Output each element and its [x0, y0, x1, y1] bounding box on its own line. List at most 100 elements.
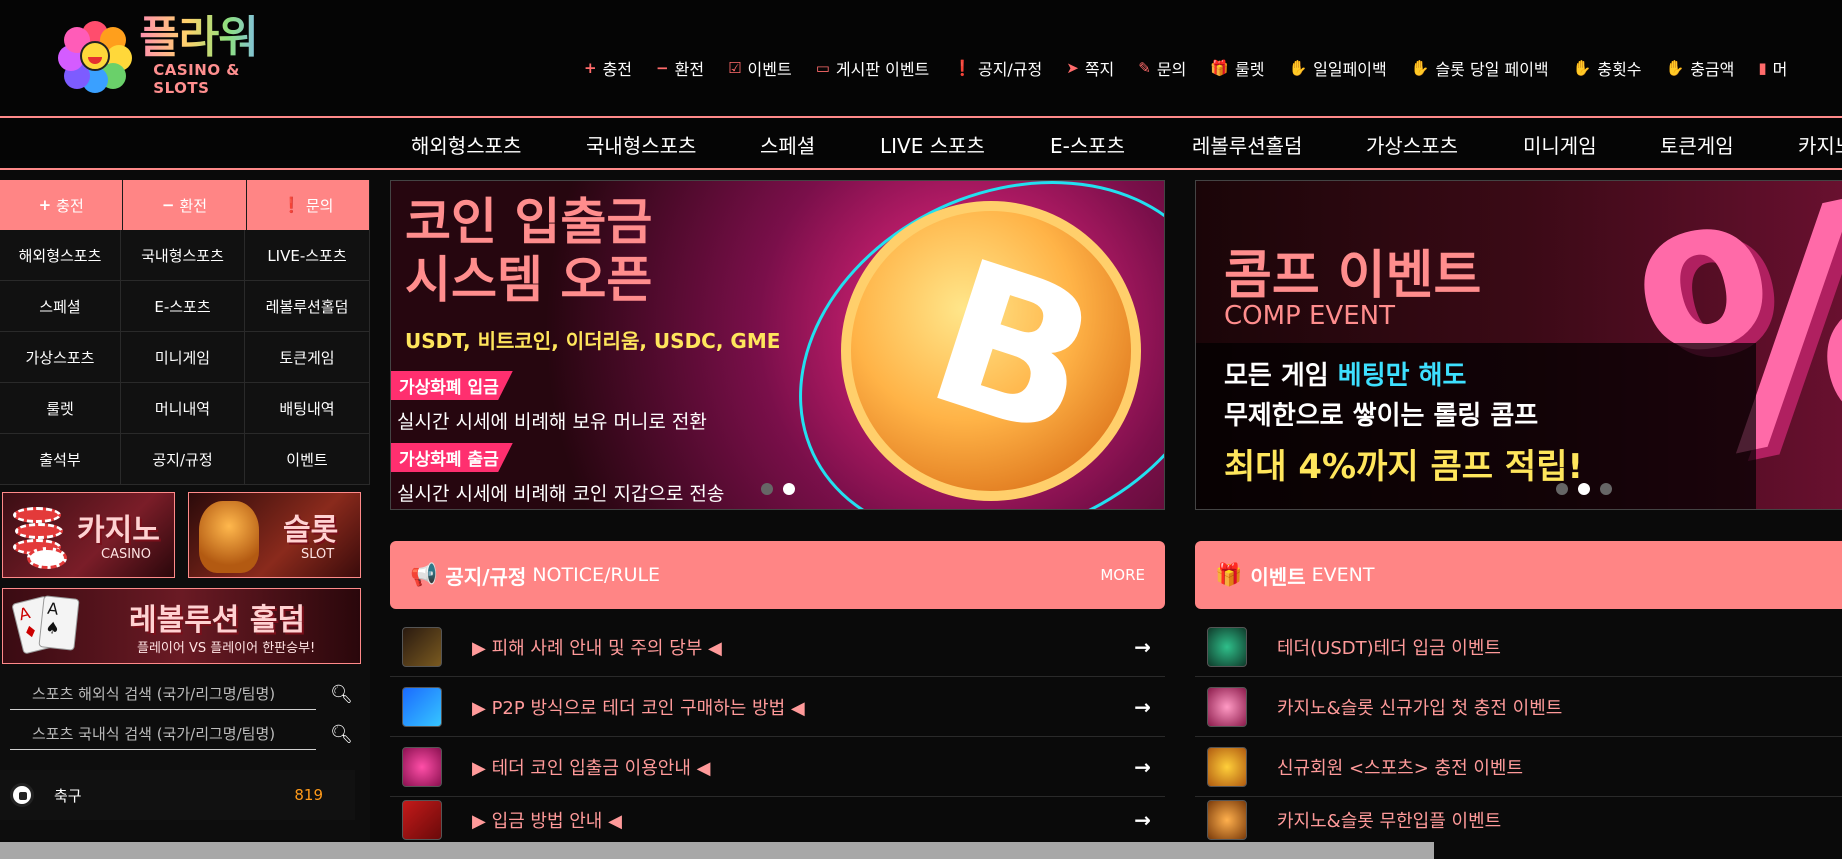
event-thumbnail — [1207, 747, 1247, 787]
topmenu-label: 게시판 이벤트 — [835, 60, 930, 79]
topmenu-exchange[interactable]: − 환전 — [656, 56, 704, 80]
coin-banner-coins: USDT, 비트코인, 이더리움, USDC, GME — [405, 329, 781, 353]
event-item[interactable]: 신규회원 <스포츠> 충전 이벤트 — [1195, 738, 1842, 797]
sidebar-item-domestic-sports[interactable]: 국내형스포츠 — [121, 230, 245, 281]
sidebar-item-live-sports[interactable]: LIVE-스포츠 — [245, 230, 370, 281]
notice-item[interactable]: ▶ 입금 방법 안내 ◀ → — [390, 798, 1165, 842]
domestic-search-input[interactable] — [10, 718, 316, 750]
topmenu-label: 충금액 — [1690, 60, 1735, 79]
nav-esports[interactable]: E-스포츠 — [1050, 130, 1125, 159]
sidebar-item-esports[interactable]: E-스포츠 — [121, 281, 245, 332]
topmenu-label: 슬롯 당일 페이백 — [1435, 60, 1549, 79]
topmenu-charge[interactable]: + 충전 — [584, 56, 632, 80]
pager-dot-active[interactable] — [783, 483, 795, 495]
sidebar-menu-grid: 해외형스포츠 국내형스포츠 LIVE-스포츠 스페셜 E-스포츠 레볼루션홀덤 … — [0, 230, 370, 485]
minus-icon: − — [161, 196, 175, 214]
paper-plane-icon: ➤ — [1066, 59, 1079, 77]
pager-dot-active[interactable] — [1578, 483, 1590, 495]
topmenu-label: 충횟수 — [1597, 60, 1642, 79]
sidebar-exchange-button[interactable]: − 환전 — [123, 180, 247, 230]
nav-token-game[interactable]: 토큰게임 — [1660, 130, 1734, 159]
notice-item[interactable]: ▶ 피해 사례 안내 및 주의 당부 ◀ → — [390, 618, 1165, 677]
casino-banner[interactable]: 카지노 CASINO — [2, 492, 175, 578]
overseas-search-input[interactable] — [10, 678, 316, 710]
event-item[interactable]: 카지노&슬롯 무한입플 이벤트 — [1195, 798, 1842, 842]
nav-special[interactable]: 스페셜 — [760, 130, 815, 159]
topmenu-charge-amount[interactable]: ✋ 충금액 — [1666, 56, 1735, 80]
sidebar-item-overseas-sports[interactable]: 해외형스포츠 — [0, 230, 121, 281]
notice-item[interactable]: ▶ 테더 코인 입출금 이용안내 ◀ → — [390, 738, 1165, 797]
casino-banner-sub: CASINO — [101, 547, 152, 562]
topmenu-roulette[interactable]: 🎁 룰렛 — [1210, 56, 1264, 80]
sidebar-item-special[interactable]: 스페셜 — [0, 281, 121, 332]
sidebar-charge-button[interactable]: + 충전 — [0, 180, 124, 230]
pager-dot[interactable] — [1556, 483, 1568, 495]
sport-item-soccer[interactable]: 축구 819 — [0, 770, 355, 820]
notice-item[interactable]: ▶ P2P 방식으로 테더 코인 구매하는 방법 ◀ → — [390, 678, 1165, 737]
topmenu-label: 쪽지 — [1084, 60, 1115, 79]
topmenu-event[interactable]: ☑ 이벤트 — [728, 56, 792, 80]
topmenu-daily-payback[interactable]: ✋ 일일페이백 — [1288, 56, 1386, 80]
topmenu-board-event[interactable]: ▭ 게시판 이벤트 — [816, 56, 930, 80]
gift-icon: 🎁 — [1215, 562, 1243, 588]
sidebar-item-roulette[interactable]: 룰렛 — [0, 383, 121, 434]
nav-live-sports[interactable]: LIVE 스포츠 — [880, 130, 985, 159]
nav-virtual-sports[interactable]: 가상스포츠 — [1366, 130, 1458, 159]
topmenu-money[interactable]: ▮ 머 — [1758, 56, 1787, 80]
hand-coin-icon: ✋ — [1288, 59, 1308, 77]
minus-icon: − — [656, 59, 669, 77]
board-icon: ▭ — [815, 59, 830, 77]
nav-casino[interactable]: 카지노 — [1798, 130, 1842, 159]
topmenu-slot-payback[interactable]: ✋ 슬롯 당일 페이백 — [1411, 56, 1549, 80]
nav-revolution-holdem[interactable]: 레볼루션홀덤 — [1192, 130, 1302, 159]
sidebar-item-token-game[interactable]: 토큰게임 — [245, 332, 370, 383]
comp-desc-part: 모든 게임 — [1224, 361, 1338, 391]
coin-banner-line1: 코인 입출금 — [405, 193, 653, 251]
notice-subtitle: NOTICE/RULE — [532, 564, 661, 586]
sidebar-item-money-history[interactable]: 머니내역 — [121, 383, 245, 434]
comp-event-banner[interactable]: % 콤프 이벤트 COMP EVENT 모든 게임 베팅만 해도 무제한으로 쌓… — [1195, 180, 1842, 510]
nav-domestic-sports[interactable]: 국내형스포츠 — [586, 130, 696, 159]
nav-minigame[interactable]: 미니게임 — [1523, 130, 1597, 159]
hand-coin-icon: ✋ — [1410, 59, 1430, 77]
sidebar-item-virtual-sports[interactable]: 가상스포츠 — [0, 332, 121, 383]
slot-banner[interactable]: 슬롯 SLOT — [188, 492, 361, 578]
holdem-banner[interactable]: A ♦ A ♠ 레볼루션 홀덤 플레이어 VS 플레이어 한판승부! — [2, 588, 361, 664]
slot-banner-sub: SLOT — [301, 547, 335, 562]
search-icon[interactable]: 🔍︎ — [330, 684, 353, 705]
sidebar-item-bet-history[interactable]: 배팅내역 — [245, 383, 370, 434]
topmenu-message[interactable]: ➤ 쪽지 — [1066, 56, 1114, 80]
site-logo[interactable]: 플라워 CASINO & SLOTS — [58, 15, 300, 97]
calendar-icon: ☑ — [728, 59, 742, 77]
sidebar-item-event[interactable]: 이벤트 — [245, 434, 370, 485]
notice-thumbnail — [402, 687, 442, 727]
pager-dot[interactable] — [1600, 483, 1612, 495]
sidebar-item-revolution-holdem[interactable]: 레볼루션홀덤 — [245, 281, 370, 332]
event-item[interactable]: 테더(USDT)테더 입금 이벤트 — [1195, 618, 1842, 677]
notice-item-title: ▶ 테더 코인 입출금 이용안내 ◀ — [472, 758, 711, 779]
playing-cards-icon: A ♦ A ♠ — [11, 595, 87, 659]
topmenu-inquiry[interactable]: ✎ 문의 — [1138, 56, 1186, 80]
sport-name: 축구 — [54, 786, 82, 805]
event-item[interactable]: 카지노&슬롯 신규가입 첫 충전 이벤트 — [1195, 678, 1842, 737]
topmenu-label: 충전 — [602, 60, 633, 79]
notice-title: 공지/규정 — [445, 564, 527, 589]
horizontal-scrollbar[interactable] — [0, 842, 1842, 859]
sidebar-item-minigame[interactable]: 미니게임 — [121, 332, 245, 383]
site-header: 플라워 CASINO & SLOTS + 충전 − 환전 ☑ 이벤트 ▭ 게시판 이벤트… — [0, 0, 1842, 118]
comp-banner-desc1: 모든 게임 베팅만 해도 — [1224, 355, 1466, 392]
topmenu-notice[interactable]: ❗ 공지/규정 — [953, 56, 1042, 80]
comp-banner-pager — [1556, 483, 1612, 495]
event-item-title: 신규회원 <스포츠> 충전 이벤트 — [1277, 758, 1524, 779]
coin-banner[interactable]: B 코인 입출금 시스템 오픈 USDT, 비트코인, 이더리움, USDC, … — [390, 180, 1165, 510]
pager-dot[interactable] — [761, 483, 773, 495]
notice-more-link[interactable]: MORE — [1100, 566, 1145, 584]
plus-icon: + — [584, 59, 597, 77]
sidebar-item-attendance[interactable]: 출석부 — [0, 434, 121, 485]
topmenu-charge-count[interactable]: ✋ 충횟수 — [1573, 56, 1642, 80]
scrollbar-thumb[interactable] — [0, 842, 1434, 859]
sidebar-inquiry-button[interactable]: ❗ 문의 — [246, 180, 370, 230]
search-icon[interactable]: 🔍︎ — [330, 724, 353, 745]
sidebar-item-notice[interactable]: 공지/규정 — [121, 434, 245, 485]
nav-overseas-sports[interactable]: 해외형스포츠 — [411, 130, 521, 159]
